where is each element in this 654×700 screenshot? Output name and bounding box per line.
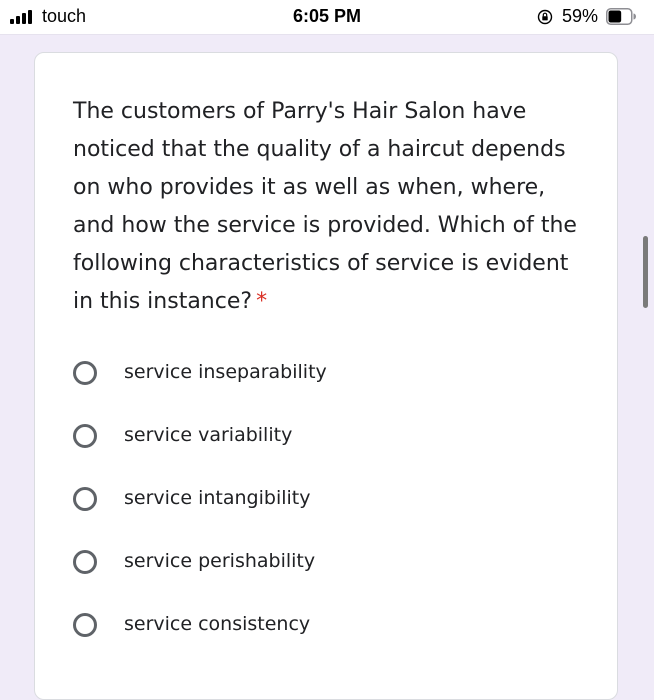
question-card: The customers of Parry's Hair Salon have… <box>34 52 618 700</box>
option-label: service inseparability <box>124 361 327 383</box>
option-label: service intangibility <box>124 487 311 509</box>
radio-button[interactable] <box>73 487 97 511</box>
question-title: The customers of Parry's Hair Salon have… <box>73 93 593 321</box>
radio-button[interactable] <box>73 613 97 637</box>
option-label: service perishability <box>124 550 316 572</box>
radio-button[interactable] <box>73 550 97 574</box>
option-label: service consistency <box>124 613 311 635</box>
required-asterisk: * <box>256 289 268 314</box>
battery-percentage: 59% <box>562 6 599 26</box>
scrollbar[interactable] <box>643 236 648 308</box>
option-label: service variability <box>124 424 293 446</box>
radio-button[interactable] <box>73 361 97 385</box>
battery-icon <box>606 8 636 25</box>
clock: 6:05 PM <box>292 6 362 26</box>
question-text: The customers of Parry's Hair Salon have… <box>73 99 577 314</box>
status-bar: touch 6:05 PM 59% <box>0 0 654 35</box>
radio-button[interactable] <box>73 424 97 448</box>
orientation-lock-icon <box>537 9 553 25</box>
